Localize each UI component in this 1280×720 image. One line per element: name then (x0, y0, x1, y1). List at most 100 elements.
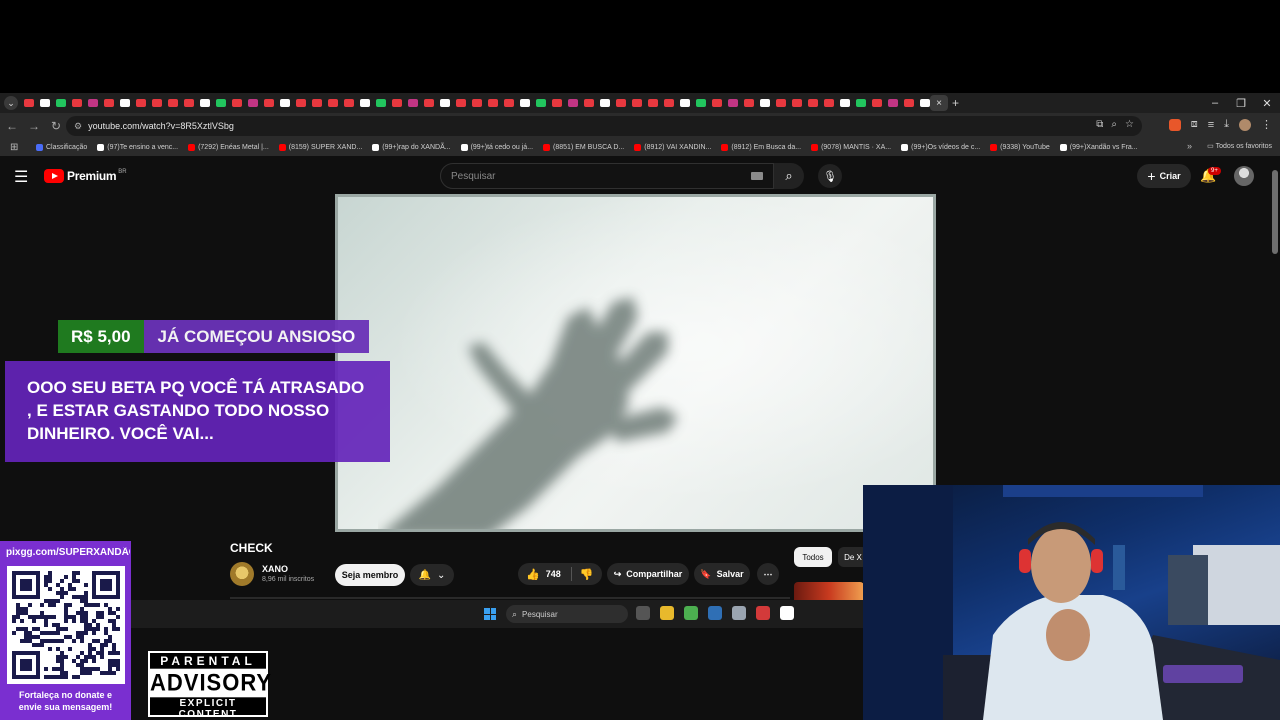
browser-tab-favicon[interactable] (632, 99, 642, 107)
browser-tab-favicon[interactable] (72, 99, 82, 107)
browser-tab-favicon[interactable] (328, 99, 338, 107)
close-window-button[interactable]: ✕ (1254, 97, 1280, 110)
dislike-icon[interactable]: 👎 (580, 568, 594, 581)
browser-tab-favicon[interactable] (200, 99, 210, 107)
tab-search-dropdown[interactable]: ⌄ (4, 96, 18, 110)
bookmark-star-icon[interactable]: ☆ (1125, 119, 1134, 130)
browser-tab-favicon[interactable] (808, 99, 818, 107)
reload-icon[interactable]: ↻ (46, 119, 66, 133)
video-player[interactable] (335, 194, 936, 532)
browser-tab-favicon[interactable] (440, 99, 450, 107)
browser-tab-favicon[interactable] (168, 99, 178, 107)
like-icon[interactable]: 👍 (526, 568, 540, 581)
browser-tab-favicon[interactable] (312, 99, 322, 107)
browser-tab-favicon[interactable] (296, 99, 306, 107)
browser-tab-favicon[interactable] (712, 99, 722, 107)
downloads-icon[interactable]: ⤓ (1224, 118, 1229, 131)
browser-tab-favicon[interactable] (408, 99, 418, 107)
page-scrollbar[interactable] (1272, 170, 1278, 254)
channel-avatar[interactable] (230, 562, 254, 586)
browser-tab-favicon[interactable] (776, 99, 786, 107)
taskbar-app-icon[interactable] (780, 606, 794, 620)
channel-name[interactable]: XANO (262, 564, 288, 574)
taskbar-search[interactable]: ⌕ Pesquisar (506, 605, 628, 623)
browser-tab-favicon[interactable] (248, 99, 258, 107)
browser-tab-favicon[interactable] (840, 99, 850, 107)
search-button[interactable]: ⌕ (774, 163, 804, 189)
browser-tab-favicon[interactable] (152, 99, 162, 107)
more-actions-icon[interactable]: ⋯ (757, 563, 779, 585)
browser-tab-favicon[interactable] (472, 99, 482, 107)
browser-tab-favicon[interactable] (136, 99, 146, 107)
bookmark-item[interactable]: (9078) MANTIS · XA... (811, 144, 891, 151)
browser-tab-favicon[interactable] (280, 99, 290, 107)
browser-tab-favicon[interactable] (536, 99, 546, 107)
chip-all[interactable]: Todos (794, 547, 832, 567)
bookmark-item[interactable]: (99+)rap do XANDÃ... (372, 144, 451, 151)
guide-menu-icon[interactable]: ☰ (14, 167, 28, 187)
browser-tab-favicon[interactable] (904, 99, 914, 107)
browser-tab-favicon[interactable] (584, 99, 594, 107)
address-bar[interactable]: ⚙ youtube.com/watch?v=8R5XztlVSbg ⧉ ⌕ ☆ (66, 116, 1142, 136)
taskbar-app-icon[interactable] (708, 606, 722, 620)
bookmark-item[interactable]: (99+)tá cedo ou já... (460, 144, 533, 151)
browser-tab-favicon[interactable] (696, 99, 706, 107)
bookmark-item[interactable]: (9338) YouTube (990, 144, 1050, 151)
new-tab-button[interactable]: + (952, 96, 959, 110)
browser-tab-favicon[interactable] (872, 99, 882, 107)
all-bookmarks-folder[interactable]: ▭ Todos os favoritos (1207, 142, 1272, 150)
bookmark-item[interactable]: (7292) Enéas Metal |... (188, 144, 269, 151)
browser-tab-favicon[interactable] (424, 99, 434, 107)
back-icon[interactable]: ← (2, 119, 22, 133)
active-tab-close[interactable]: × (930, 95, 948, 111)
taskbar-app-icon[interactable] (684, 606, 698, 620)
browser-tab-favicon[interactable] (488, 99, 498, 107)
bookmark-item[interactable]: (8851) EM BUSCA D... (543, 144, 624, 151)
browser-tab-favicon[interactable] (664, 99, 674, 107)
browser-tab-favicon[interactable] (680, 99, 690, 107)
browser-tab-favicon[interactable] (520, 99, 530, 107)
windows-start-icon[interactable] (484, 608, 496, 620)
browser-tab-favicon[interactable] (920, 99, 930, 107)
site-info-icon[interactable]: ⚙ (74, 121, 82, 132)
browser-tab-favicon[interactable] (456, 99, 466, 107)
bookmark-item[interactable]: (8159) SUPER XAND... (278, 144, 362, 151)
like-count[interactable]: 748 (546, 569, 561, 579)
search-box[interactable]: Pesquisar (440, 163, 774, 189)
profile-avatar[interactable] (1239, 118, 1251, 131)
browser-tab-favicon[interactable] (232, 99, 242, 107)
browser-tab-favicon[interactable] (120, 99, 130, 107)
browser-menu-icon[interactable]: ⋮ (1261, 118, 1272, 131)
browser-tab-favicon[interactable] (824, 99, 834, 107)
browser-tab-favicon[interactable] (24, 99, 34, 107)
youtube-logo[interactable]: Premium BR (44, 169, 127, 183)
taskbar-app-icon[interactable] (636, 606, 650, 620)
apps-grid-icon[interactable]: ⊞ (10, 142, 26, 153)
bookmark-item[interactable]: (99+)Os vídeos de c... (901, 144, 980, 151)
bookmark-item[interactable]: (97)Te ensino a venc... (97, 144, 178, 151)
install-app-icon[interactable]: ⧉ (1096, 119, 1103, 130)
taskbar-app-icon[interactable] (660, 606, 674, 620)
browser-tab-favicon[interactable] (344, 99, 354, 107)
bookmark-item[interactable]: (8912) VAI XANDIN... (634, 144, 711, 151)
subscribed-bell-button[interactable]: 🔔 ⌄ (410, 564, 454, 586)
browser-tab-favicon[interactable] (744, 99, 754, 107)
bookmark-item[interactable]: (8912) Em Busca da... (721, 144, 801, 151)
browser-tab-favicon[interactable] (104, 99, 114, 107)
bookmark-item[interactable]: Classificação (36, 144, 87, 151)
browser-tab-favicon[interactable] (376, 99, 386, 107)
bookmarks-more-icon[interactable]: » (1187, 141, 1192, 151)
browser-tab-favicon[interactable] (600, 99, 610, 107)
taskbar-app-icon[interactable] (732, 606, 746, 620)
maximize-button[interactable]: ❐ (1228, 97, 1254, 110)
url-text[interactable]: youtube.com/watch?v=8R5XztlVSbg (88, 121, 234, 131)
browser-tab-favicon[interactable] (392, 99, 402, 107)
save-button[interactable]: 🔖 Salvar (694, 563, 750, 585)
forward-icon[interactable]: → (24, 119, 44, 133)
browser-tab-favicon[interactable] (552, 99, 562, 107)
join-button[interactable]: Seja membro (335, 564, 405, 586)
browser-tab-favicon[interactable] (648, 99, 658, 107)
browser-tab-favicon[interactable] (760, 99, 770, 107)
taskbar-app-icon[interactable] (756, 606, 770, 620)
browser-tab-favicon[interactable] (888, 99, 898, 107)
